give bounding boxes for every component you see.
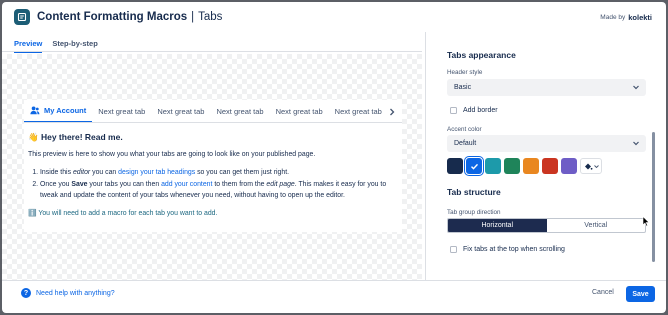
- step-text: to them from the: [212, 180, 267, 188]
- color-swatch[interactable]: [523, 158, 539, 174]
- question-circle-icon: ?: [21, 288, 31, 298]
- preview-tab-bar: My Account Next great tab Next great tab…: [24, 100, 402, 123]
- tab-direction-label: Tab group direction: [447, 209, 501, 216]
- chevron-down-icon: [593, 164, 599, 168]
- step-text: you can: [90, 169, 119, 176]
- cancel-button[interactable]: Cancel: [592, 289, 614, 296]
- preview-canvas: My Account Next great tab Next great tab…: [2, 54, 422, 280]
- made-by[interactable]: Made by kolekti: [600, 13, 652, 22]
- preview-tab-label: Next great tab: [275, 106, 323, 116]
- checkbox-box[interactable]: [450, 246, 457, 253]
- color-swatch[interactable]: [504, 158, 520, 174]
- header-style-label: Header style: [447, 69, 483, 76]
- help-label: Need help with anything?: [36, 289, 115, 297]
- step-text: Once you: [40, 180, 72, 188]
- preview-tab-my-account[interactable]: My Account: [24, 100, 93, 122]
- mode-tabs-divider: [2, 51, 422, 52]
- step-text: your tabs you can then: [87, 180, 162, 188]
- brand-logo: kolekti: [628, 13, 652, 22]
- app-title: Content Formatting Macros: [37, 11, 188, 23]
- tab-content: 👋 Hey there! Read me. This preview is he…: [28, 132, 400, 217]
- preview-tab[interactable]: Next great tab: [270, 100, 329, 122]
- list-item: Inside this editor you can design your t…: [40, 167, 400, 179]
- color-swatch[interactable]: [447, 158, 463, 174]
- chevron-down-icon: [633, 141, 639, 146]
- preview-tab[interactable]: Next great tab: [151, 100, 210, 122]
- tab-structure-heading: Tab structure: [447, 187, 501, 197]
- dialog-header: Content Formatting Macros | Tabs Made by…: [2, 2, 666, 32]
- preview-tab[interactable]: Next great tab: [92, 100, 151, 122]
- fix-tabs-label: Fix tabs at the top when scrolling: [463, 246, 565, 253]
- user-group-icon: [30, 106, 40, 115]
- design-tab-headings-link[interactable]: design your tab headings: [118, 169, 195, 176]
- title-separator: |: [191, 11, 195, 23]
- mouse-cursor-icon: [642, 216, 650, 227]
- header-style-select[interactable]: Basic: [447, 79, 646, 96]
- preview-tab[interactable]: Next great tab: [210, 100, 269, 122]
- add-content-link[interactable]: add your content: [161, 181, 212, 188]
- paint-bucket-icon: [584, 163, 592, 170]
- add-border-checkbox[interactable]: Add border: [450, 107, 498, 114]
- step-bold: Save: [71, 180, 88, 188]
- accent-color-select[interactable]: Default: [447, 135, 646, 152]
- info-icon: ℹ️: [28, 209, 37, 217]
- content-heading-text: Hey there! Read me.: [40, 132, 123, 142]
- tabs-preview-card: My Account Next great tab Next great tab…: [24, 100, 402, 232]
- checkbox-box[interactable]: [450, 107, 457, 114]
- accent-color-swatches: [447, 156, 602, 176]
- preview-tab-label: Next great tab: [157, 106, 205, 116]
- preview-tab-label: Next great tab: [216, 106, 264, 116]
- tab-direction-toggle: Horizontal Vertical: [447, 218, 646, 233]
- color-swatch[interactable]: [485, 158, 501, 174]
- header-style-value: Basic: [454, 84, 472, 91]
- settings-panel: Tabs appearance Header style Basic Add b…: [426, 32, 666, 280]
- step-text: so you can get them just right.: [195, 169, 290, 176]
- preview-tab-label: Next great tab: [334, 106, 382, 116]
- color-swatch[interactable]: [464, 156, 484, 176]
- content-heading: 👋 Hey there! Read me.: [28, 132, 400, 143]
- color-swatch[interactable]: [561, 158, 577, 174]
- content-note: ℹ️ You will need to add a macro for each…: [28, 209, 400, 217]
- accent-color-value: Default: [454, 140, 477, 147]
- preview-tab-label: My Account: [44, 105, 87, 115]
- step-emphasis: edit page: [266, 180, 295, 188]
- preview-tab-label: Next great tab: [98, 106, 146, 116]
- list-item: Once you Save your tabs you can then add…: [40, 179, 400, 202]
- waving-hand-icon: 👋: [28, 132, 39, 142]
- save-button[interactable]: Save: [626, 286, 655, 302]
- made-by-label: Made by: [600, 14, 626, 21]
- accent-color-label: Accent color: [447, 126, 482, 133]
- direction-horizontal-option[interactable]: Horizontal: [448, 219, 547, 232]
- preview-panel: Preview Step-by-step My Account Next gre…: [2, 32, 422, 280]
- macro-editor-dialog: Content Formatting Macros | Tabs Made by…: [2, 2, 666, 313]
- add-border-label: Add border: [463, 107, 498, 114]
- content-intro: This preview is here to show you what yo…: [28, 151, 316, 158]
- macro-name: Tabs: [198, 11, 223, 23]
- footer-divider: [2, 280, 666, 281]
- note-text: You will need to add a macro for each ta…: [38, 209, 218, 217]
- chevron-down-icon: [633, 85, 639, 90]
- content-steps: Inside this editor you can design your t…: [28, 167, 400, 202]
- step-text: Inside this: [40, 169, 73, 176]
- fix-tabs-checkbox[interactable]: Fix tabs at the top when scrolling: [450, 246, 565, 253]
- chevron-right-icon: [390, 108, 395, 115]
- check-icon: [470, 163, 478, 170]
- step-emphasis: editor: [72, 169, 91, 176]
- color-swatch[interactable]: [542, 158, 558, 174]
- tabs-appearance-heading: Tabs appearance: [447, 50, 516, 60]
- direction-vertical-option[interactable]: Vertical: [547, 219, 646, 232]
- help-link[interactable]: ? Need help with anything?: [21, 288, 115, 298]
- settings-scrollbar[interactable]: [652, 132, 655, 262]
- custom-color-picker-button[interactable]: [580, 158, 602, 174]
- scroll-tabs-right-button[interactable]: [382, 100, 402, 122]
- preview-tab[interactable]: Next great tab: [329, 100, 388, 122]
- app-logo-icon: [14, 9, 30, 25]
